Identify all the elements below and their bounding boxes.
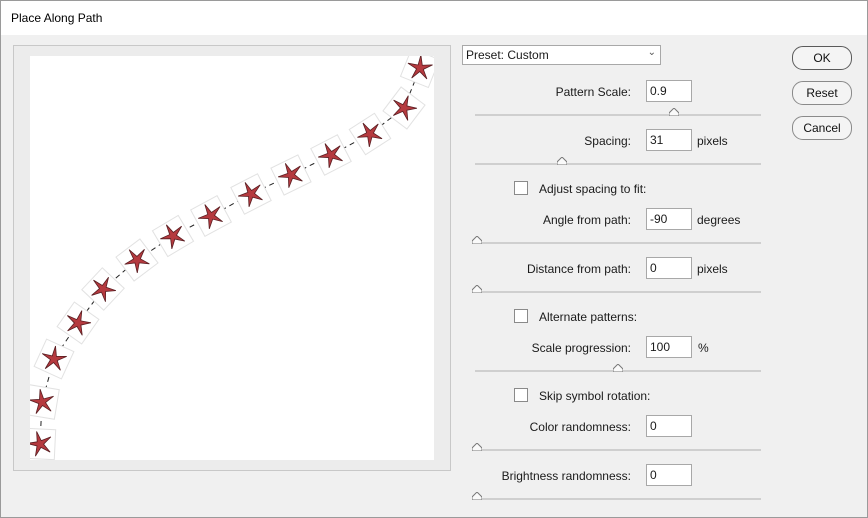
skip-rotation-label: Skip symbol rotation:	[539, 389, 651, 403]
dialog-title: Place Along Path	[11, 11, 103, 25]
spacing-value: 31	[650, 133, 664, 147]
angle-label: Angle from path:	[542, 213, 631, 227]
brightness-randomness-slider[interactable]	[472, 492, 761, 500]
distance-label: Distance from path:	[526, 262, 631, 276]
scale-progression-slider[interactable]	[475, 364, 761, 372]
place-along-path-dialog: Place Along Path Preset: Custom ⌄ OK Res…	[0, 0, 868, 518]
spacing-slider-thumb[interactable]	[556, 157, 567, 165]
alternate-patterns-checkbox[interactable]	[514, 309, 528, 323]
spacing-unit: pixels	[697, 134, 728, 148]
pattern-scale-label: Pattern Scale:	[555, 85, 631, 99]
distance-slider[interactable]	[472, 285, 761, 293]
color-randomness-slider-thumb[interactable]	[472, 443, 482, 451]
title-bar: Place Along Path	[1, 1, 867, 35]
distance-unit: pixels	[697, 262, 728, 276]
angle-slider[interactable]	[472, 236, 761, 244]
star-icon	[399, 56, 434, 89]
star-icon	[270, 154, 312, 196]
distance-input[interactable]: 0	[646, 257, 692, 279]
pattern-scale-input[interactable]: 0.9	[646, 80, 692, 102]
scale-progression-label: Scale progression:	[531, 341, 631, 355]
cancel-button[interactable]: Cancel	[792, 116, 852, 140]
angle-input[interactable]: -90	[646, 208, 692, 230]
star-icon	[382, 86, 426, 130]
star-icon	[190, 195, 232, 237]
scale-progression-slider-thumb[interactable]	[613, 364, 623, 372]
pattern-scale-value: 0.9	[650, 84, 667, 98]
brightness-randomness-value: 0	[650, 468, 657, 482]
star-icon	[30, 427, 57, 460]
preview-frame	[13, 45, 451, 471]
star-icon	[230, 173, 272, 215]
color-randomness-label: Color randomness:	[529, 420, 631, 434]
star-icon	[348, 112, 392, 156]
brightness-randomness-label: Brightness randomness:	[501, 469, 631, 483]
distance-value: 0	[650, 261, 657, 275]
brightness-randomness-slider-thumb[interactable]	[472, 492, 482, 500]
angle-value: -90	[650, 212, 668, 226]
reset-button[interactable]: Reset	[792, 81, 852, 105]
color-randomness-slider[interactable]	[472, 443, 761, 451]
brightness-randomness-input[interactable]: 0	[646, 464, 692, 486]
preview-canvas	[30, 56, 434, 460]
color-randomness-input[interactable]: 0	[646, 415, 692, 437]
alternate-patterns-label: Alternate patterns:	[539, 310, 638, 324]
adjust-spacing-label: Adjust spacing to fit:	[539, 182, 647, 196]
skip-rotation-checkbox[interactable]	[514, 388, 528, 402]
star-icon	[310, 134, 352, 176]
pattern-preview	[30, 56, 434, 460]
ok-button[interactable]: OK	[792, 46, 852, 70]
star-icon	[33, 338, 75, 380]
chevron-down-icon: ⌄	[647, 47, 656, 58]
color-randomness-value: 0	[650, 419, 657, 433]
angle-slider-thumb[interactable]	[472, 236, 482, 244]
pattern-scale-slider-thumb[interactable]	[669, 108, 680, 116]
pattern-scale-slider[interactable]	[475, 108, 761, 116]
preset-value: Preset: Custom	[466, 48, 549, 62]
star-icon	[115, 238, 159, 282]
adjust-spacing-checkbox[interactable]	[514, 181, 528, 195]
spacing-input[interactable]: 31	[646, 129, 692, 151]
spacing-slider[interactable]	[475, 157, 761, 165]
star-icon	[30, 384, 60, 420]
distance-slider-thumb[interactable]	[472, 285, 482, 293]
star-icon	[81, 267, 125, 311]
star-icon	[56, 301, 100, 345]
angle-unit: degrees	[697, 213, 741, 227]
scale-progression-unit: %	[698, 341, 709, 355]
star-icon	[151, 214, 195, 258]
spacing-label: Spacing:	[584, 134, 631, 148]
preset-dropdown[interactable]: Preset: Custom ⌄	[462, 45, 661, 65]
scale-progression-input[interactable]: 100	[646, 336, 692, 358]
scale-progression-value: 100	[650, 340, 671, 354]
